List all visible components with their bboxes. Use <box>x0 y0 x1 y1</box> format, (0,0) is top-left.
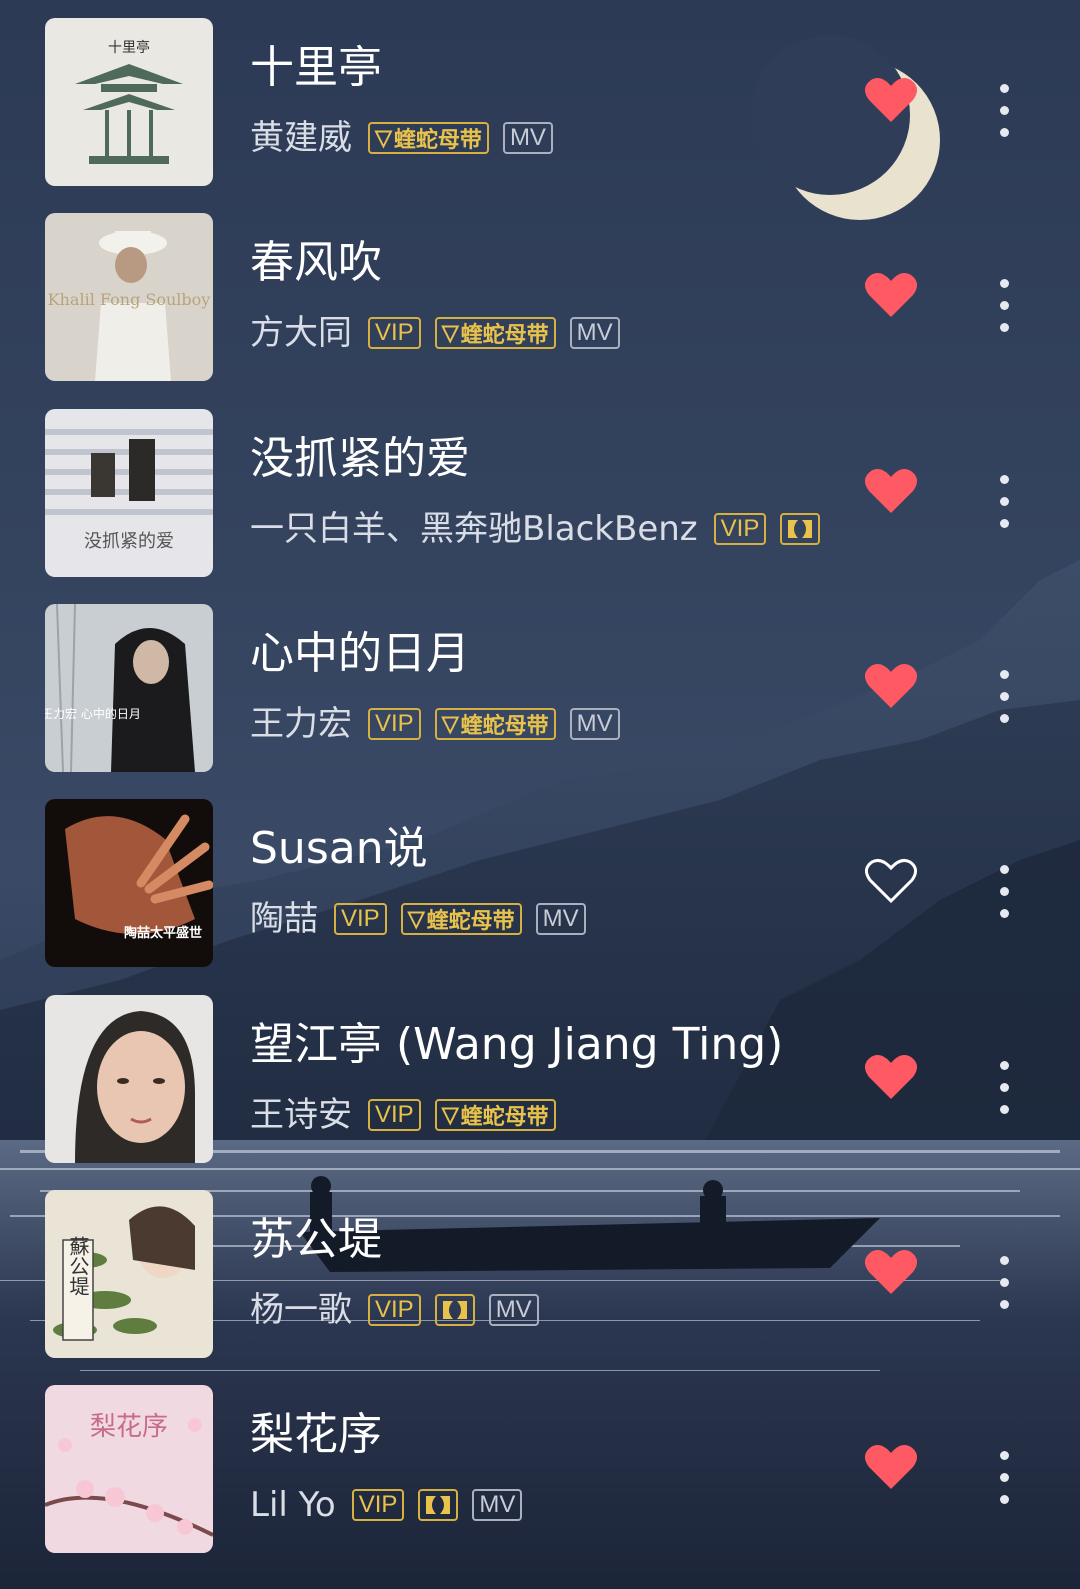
song-title[interactable]: Susan说 <box>250 823 428 875</box>
song-title[interactable]: 十里亭 <box>250 42 382 94</box>
song-title[interactable]: 苏公堤 <box>250 1214 382 1266</box>
song-row[interactable]: Khalil Fong Soulboy 春风吹 方大同 VIP ▽ 蝰蛇母带 MV <box>0 213 1080 381</box>
heart-filled-icon[interactable] <box>864 467 918 515</box>
song-title[interactable]: 望江亭 (Wang Jiang Ting) <box>250 1019 783 1071</box>
v-logo-icon: ▽ <box>441 1102 459 1127</box>
dolby-badge <box>418 1489 459 1521</box>
song-row[interactable]: 王力宏 心中的日月 心中的日月 王力宏 VIP ▽ 蝰蛇母带 MV <box>0 604 1080 772</box>
song-meta: 陶喆 VIP ▽ 蝰蛇母带 MV <box>250 899 600 939</box>
snake-master-badge: ▽ 蝰蛇母带 <box>368 122 489 154</box>
mv-badge[interactable]: MV <box>569 317 620 349</box>
badge-label: 蝰蛇母带 <box>460 1104 549 1129</box>
vip-badge: VIP <box>368 1294 421 1326</box>
vip-badge: VIP <box>368 1099 421 1131</box>
cover-text: 十里亭 <box>108 39 150 56</box>
artist-name[interactable]: 王力宏 <box>250 704 352 744</box>
cover-text: 没抓紧的爱 <box>84 531 174 552</box>
v-logo-icon: ▽ <box>441 320 459 345</box>
vip-badge: VIP <box>368 317 421 349</box>
song-row[interactable]: 梨花序 梨花序 Lil Yo VIP MV <box>0 1385 1080 1553</box>
song-meta: Lil Yo VIP MV <box>250 1485 536 1525</box>
song-title[interactable]: 心中的日月 <box>250 628 470 680</box>
mv-badge[interactable]: MV <box>569 708 620 740</box>
artist-name[interactable]: 方大同 <box>250 313 352 353</box>
song-row[interactable]: 蘇公堤 苏公堤 杨一歌 VIP MV <box>0 1190 1080 1358</box>
heart-filled-icon[interactable] <box>864 271 918 319</box>
dolby-icon <box>426 1496 451 1514</box>
song-row[interactable]: 陶喆太平盛世 Susan说 陶喆 VIP ▽ 蝰蛇母带 MV <box>0 799 1080 967</box>
dolby-icon <box>442 1301 467 1319</box>
cover-text: 王力宏 心中的日月 <box>45 706 141 721</box>
badge-label: 蝰蛇母带 <box>426 908 515 933</box>
dolby-icon <box>788 520 813 538</box>
album-cover[interactable]: 没抓紧的爱 <box>45 409 213 577</box>
more-options-icon[interactable] <box>990 80 1020 140</box>
song-title[interactable]: 没抓紧的爱 <box>250 433 470 485</box>
heart-filled-icon[interactable] <box>864 76 918 124</box>
artist-name[interactable]: 黄建威 <box>250 118 352 158</box>
snake-master-badge: ▽ 蝰蛇母带 <box>434 1099 556 1131</box>
heart-filled-icon[interactable] <box>864 1248 918 1296</box>
artist-name[interactable]: 一只白羊、黑奔驰BlackBenz <box>250 509 698 549</box>
cover-text: 陶喆太平盛世 <box>124 925 202 941</box>
heart-outline-icon[interactable] <box>864 857 918 905</box>
artist-name[interactable]: 杨一歌 <box>250 1290 352 1330</box>
cover-text: 梨花序 <box>90 1412 168 1442</box>
album-cover[interactable]: 蘇公堤 <box>45 1190 213 1358</box>
song-row[interactable]: 望江亭 (Wang Jiang Ting) 王诗安 VIP ▽ 蝰蛇母带 <box>0 995 1080 1163</box>
snake-master-badge: ▽ 蝰蛇母带 <box>400 903 522 935</box>
artist-name[interactable]: Lil Yo <box>250 1485 336 1525</box>
badge-label: 蝰蛇母带 <box>460 322 549 347</box>
dolby-badge <box>434 1294 475 1326</box>
dolby-badge <box>780 513 821 545</box>
song-title[interactable]: 梨花序 <box>250 1409 382 1461</box>
more-options-icon[interactable] <box>990 1057 1020 1117</box>
song-row[interactable]: 十里亭 十里亭 黄建威 ▽ 蝰蛇母带 MV <box>0 18 1080 186</box>
v-logo-icon: ▽ <box>407 906 425 931</box>
badge-label: 蝰蛇母带 <box>393 127 482 152</box>
more-options-icon[interactable] <box>990 666 1020 726</box>
vip-badge: VIP <box>334 903 387 935</box>
vip-badge: VIP <box>713 513 767 545</box>
vip-badge: VIP <box>368 708 421 740</box>
album-cover[interactable]: Khalil Fong Soulboy <box>45 213 213 381</box>
album-cover[interactable]: 梨花序 <box>45 1385 213 1553</box>
song-meta: 王诗安 VIP ▽ 蝰蛇母带 <box>250 1095 570 1135</box>
mv-badge[interactable]: MV <box>502 122 553 154</box>
badge-label: 蝰蛇母带 <box>460 713 549 738</box>
more-options-icon[interactable] <box>990 1252 1020 1312</box>
album-cover[interactable] <box>45 995 213 1163</box>
more-options-icon[interactable] <box>990 1447 1020 1507</box>
song-row[interactable]: 没抓紧的爱 没抓紧的爱 一只白羊、黑奔驰BlackBenz VIP <box>0 409 1080 577</box>
more-options-icon[interactable] <box>990 471 1020 531</box>
heart-filled-icon[interactable] <box>864 662 918 710</box>
song-meta: 王力宏 VIP ▽ 蝰蛇母带 MV <box>250 704 634 744</box>
heart-filled-icon[interactable] <box>864 1053 918 1101</box>
album-cover[interactable]: 十里亭 <box>45 18 213 186</box>
more-options-icon[interactable] <box>990 861 1020 921</box>
song-meta: 一只白羊、黑奔驰BlackBenz VIP <box>250 509 834 549</box>
snake-master-badge: ▽ 蝰蛇母带 <box>434 317 556 349</box>
cover-text: Khalil Fong Soulboy <box>48 290 211 309</box>
vip-badge: VIP <box>351 1489 405 1521</box>
album-cover[interactable]: 王力宏 心中的日月 <box>45 604 213 772</box>
cover-text: 蘇公堤 <box>66 1236 90 1296</box>
mv-badge[interactable]: MV <box>535 903 586 935</box>
heart-filled-icon[interactable] <box>864 1443 918 1491</box>
song-meta: 方大同 VIP ▽ 蝰蛇母带 MV <box>250 313 634 353</box>
song-meta: 黄建威 ▽ 蝰蛇母带 MV <box>250 118 567 158</box>
v-logo-icon: ▽ <box>441 711 459 736</box>
mv-badge[interactable]: MV <box>488 1294 539 1326</box>
song-meta: 杨一歌 VIP MV <box>250 1290 553 1330</box>
mv-badge[interactable]: MV <box>472 1489 523 1521</box>
song-title[interactable]: 春风吹 <box>250 237 382 289</box>
album-cover[interactable]: 陶喆太平盛世 <box>45 799 213 967</box>
artist-name[interactable]: 王诗安 <box>250 1095 352 1135</box>
more-options-icon[interactable] <box>990 275 1020 335</box>
v-logo-icon: ▽ <box>375 125 392 150</box>
artist-name[interactable]: 陶喆 <box>250 899 318 939</box>
snake-master-badge: ▽ 蝰蛇母带 <box>434 708 556 740</box>
